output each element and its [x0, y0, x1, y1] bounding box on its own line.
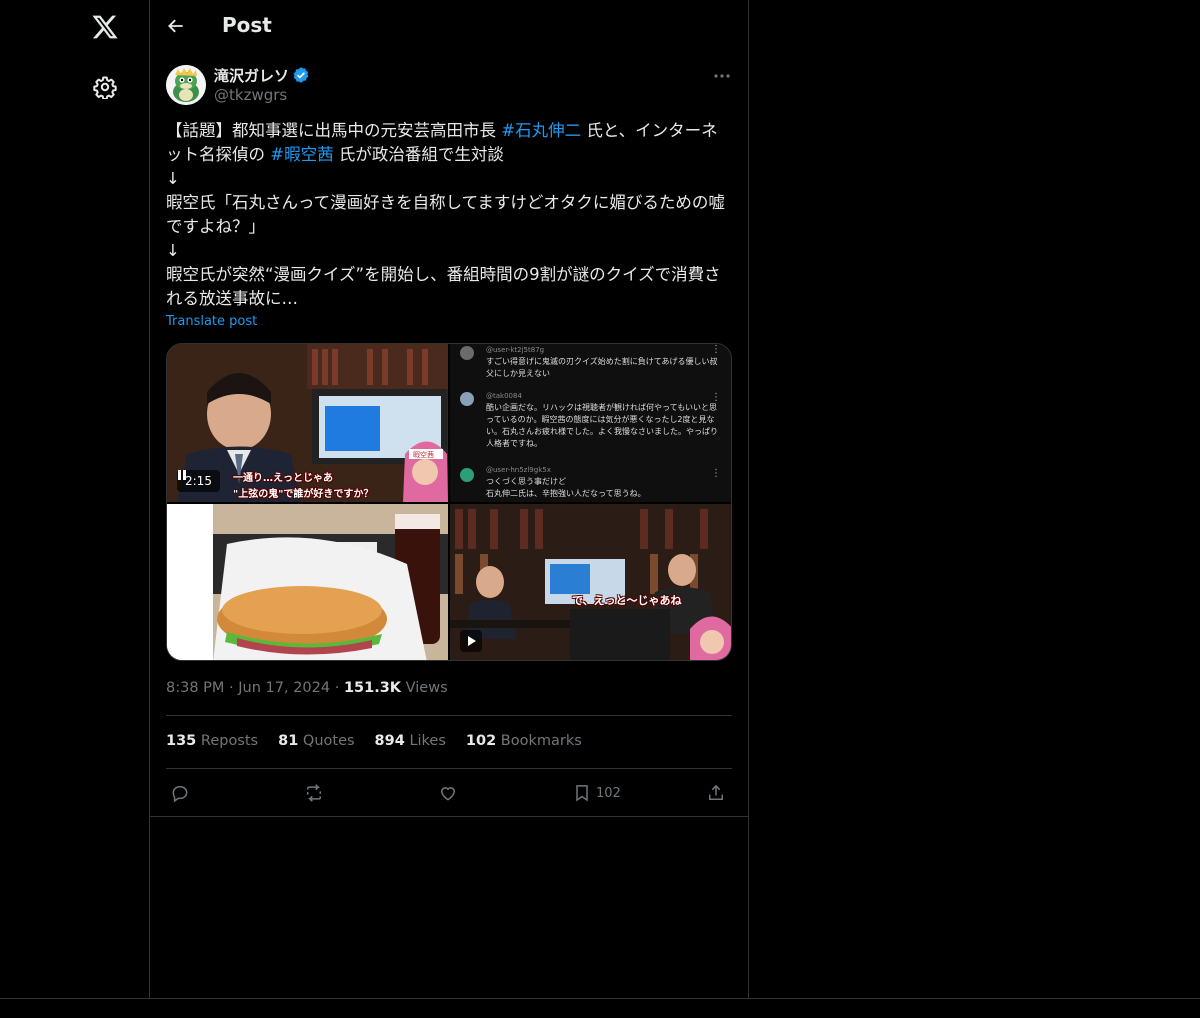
play-icon [468, 636, 476, 646]
tweet-text: 【話題】都知事選に出馬中の元安芸高田市長 #石丸伸二 氏と、インターネット名探偵… [166, 119, 732, 311]
hashtag-link[interactable]: #暇空茜 [270, 145, 333, 164]
tweet-segment: 【話題】都知事選に出馬中の元安芸高田市長 [166, 121, 502, 140]
settings-gear-icon[interactable] [93, 75, 117, 99]
second-video-thumbnail[interactable]: で、えっと～じゃあね [450, 504, 731, 660]
stat-label: Likes [409, 733, 446, 749]
comment-more-icon: ⋮ [711, 468, 721, 479]
heart-icon [440, 787, 456, 801]
video-caption-line: 一通り…えっとじゃあ [233, 473, 333, 484]
sandwich-image [167, 504, 448, 660]
bookmarks-stat[interactable]: 102 Bookmarks [466, 733, 582, 749]
page-title: Post [222, 13, 272, 37]
play-button[interactable] [460, 630, 482, 652]
stat-label: Bookmarks [500, 733, 582, 749]
views-label: Views [405, 680, 448, 696]
comment-more-icon: ⋮ [711, 344, 721, 355]
x-logo-icon[interactable] [91, 13, 119, 41]
video-caption-line: で、えっと～じゃあね [572, 594, 682, 607]
like-button[interactable] [438, 781, 458, 805]
name-tag-text: 暇空茜 [413, 450, 434, 459]
author-name[interactable]: 滝沢ガレソ [214, 65, 310, 86]
divider [166, 768, 732, 769]
likes-stat[interactable]: 894 Likes [375, 733, 446, 749]
repost-icon [307, 784, 321, 802]
post-detail-column: Post 滝沢ガレソ @tkzwgrs 【話題】都知事選に出馬中の元安芸高田市長… [149, 0, 749, 998]
stat-label: Reposts [200, 733, 259, 749]
engagement-stats: 135 Reposts 81 Quotes 894 Likes 102 Book… [166, 733, 582, 749]
views-count: 151.3K [343, 680, 402, 696]
comment-item: @user-hn5zl9gk5x つくづく思う事だけど 石丸伸二氏は、辛抱強い人だ… [458, 464, 718, 500]
meta-separator: · [229, 680, 239, 696]
media-grid: 暇空茜 一通り…えっとじゃあ "上弦の鬼"で誰が好きですか？ 2:15 @use… [166, 343, 732, 661]
comments-screenshot[interactable]: @user-kt2j5t87g すごい得意げに鬼滅の刃クイズ始めた割に負けてあげる… [450, 344, 731, 502]
translate-post-link[interactable]: Translate post [166, 314, 257, 329]
video-caption-line: "上弦の鬼"で誰が好きですか？ [233, 489, 374, 500]
repost-button[interactable] [304, 781, 324, 805]
comment-user: @user-kt2j5t87g [486, 346, 545, 354]
back-arrow-icon[interactable] [166, 16, 186, 36]
stat-count: 81 [278, 733, 299, 749]
comment-user: @user-hn5zl9gk5x [486, 466, 551, 474]
video-playback-badge[interactable]: 2:15 [177, 470, 220, 492]
comment-user: @tak0084 [486, 392, 522, 400]
comment-item: @tak0084 酷い企画だな。リハックは視聴者が観ければ何やってもいいと思ってい… [458, 390, 718, 450]
post-time[interactable]: 8:38 PM [166, 680, 224, 696]
share-button[interactable] [706, 781, 726, 805]
post-header: Post [149, 0, 748, 53]
stat-count: 894 [374, 733, 405, 749]
divider [149, 816, 748, 817]
quotes-stat[interactable]: 81 Quotes [278, 733, 354, 749]
reply-button[interactable] [170, 781, 190, 805]
comment-text: 酷い企画だな。リハックは視聴者が観ければ何やってもいいと思っているのか。暇空茜の… [486, 403, 718, 448]
meta-separator: · [334, 680, 344, 696]
pause-icon[interactable] [177, 470, 187, 480]
sandwich-photo[interactable] [167, 504, 448, 660]
video-timestamp: 2:15 [185, 474, 212, 488]
bookmark-icon [576, 785, 588, 802]
video-thumbnail[interactable]: 暇空茜 一通り…えっとじゃあ "上弦の鬼"で誰が好きですか？ 2:15 [167, 344, 448, 502]
post-meta: 8:38 PM · Jun 17, 2024 · 151.3K Views [166, 680, 448, 696]
comment-text: すごい得意げに鬼滅の刃クイズ始めた割に負けてあげる優しい叔父にしか見えない [486, 357, 718, 378]
author-name-text: 滝沢ガレソ [214, 67, 290, 85]
stat-count: 102 [465, 733, 497, 749]
reposts-stat[interactable]: 135 Reposts [166, 733, 258, 749]
verified-badge-icon [293, 67, 309, 83]
bookmark-button[interactable]: 102 [572, 781, 621, 805]
more-options-icon[interactable] [712, 66, 732, 86]
action-bar: 102 [166, 781, 732, 805]
stat-label: Quotes [302, 733, 355, 749]
reply-icon [172, 786, 188, 803]
bottom-border [0, 998, 1200, 999]
comment-more-icon: ⋮ [711, 392, 721, 403]
post-date[interactable]: Jun 17, 2024 [238, 680, 330, 696]
tweet-segment: 氏が政治番組で生対談 ↓ 暇空氏「石丸さんって漫画好きを自称してますけどオタクに… [166, 145, 725, 308]
share-icon [709, 784, 723, 800]
author-avatar[interactable] [166, 65, 206, 105]
dragon-avatar-image [166, 65, 206, 105]
author-handle[interactable]: @tkzwgrs [214, 86, 287, 104]
stat-count: 135 [166, 733, 197, 749]
left-navigation-rail [0, 0, 150, 998]
bookmark-count: 102 [596, 785, 621, 801]
comment-text: つくづく思う事だけど 石丸伸二氏は、辛抱強い人だなって思うね。 [486, 477, 646, 498]
comment-item: @user-kt2j5t87g すごい得意げに鬼滅の刃クイズ始めた割に負けてあげる… [458, 344, 718, 380]
studio-video-frame [450, 504, 731, 660]
hashtag-link[interactable]: #石丸伸二 [501, 121, 581, 140]
divider [166, 715, 732, 716]
